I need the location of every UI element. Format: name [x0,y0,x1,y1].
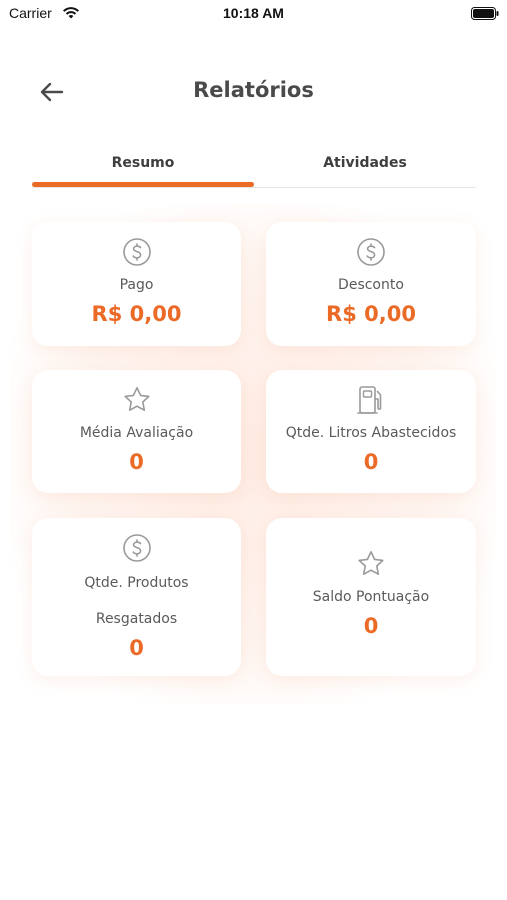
card-litros-abastecidos: Qtde. Litros Abastecidos 0 [266,370,476,493]
star-icon [355,548,387,580]
card-media-avaliacao-value: 0 [129,450,144,475]
card-desconto: Desconto R$ 0,00 [266,222,476,346]
card-saldo-pontuacao-value: 0 [363,614,379,639]
card-produtos-resgatados-label-line1: Qtde. Produtos [84,575,189,591]
tab-atividades-label: Atividades [323,155,407,171]
card-litros-abastecidos-label: Qtde. Litros Abastecidos [285,425,457,441]
card-pago: Pago R$ 0,00 [32,222,241,346]
battery-icon [471,7,499,20]
card-produtos-resgatados-value: 0 [129,636,144,661]
card-saldo-pontuacao: Saldo Pontuação 0 [266,518,476,676]
status-bar: Carrier 10:18 AM [0,0,507,28]
clock: 10:18 AM [223,5,284,21]
card-desconto-label: Desconto [338,277,404,293]
tab-resumo-label: Resumo [111,155,175,171]
card-produtos-resgatados: Qtde. Produtos Resgatados 0 [32,518,241,676]
card-pago-label: Pago [119,277,154,293]
dollar-circle-icon [355,236,387,268]
card-media-avaliacao: Média Avaliação 0 [32,370,241,493]
star-icon [121,384,153,416]
active-tab-indicator [32,182,254,187]
card-desconto-value: R$ 0,00 [326,302,416,327]
tab-resumo[interactable]: Resumo [32,148,254,186]
fuel-pump-icon [355,384,387,416]
card-pago-value: R$ 0,00 [91,302,182,327]
page-title: Relatórios [193,78,314,102]
tab-bar: Resumo Atividades [32,148,476,188]
tab-atividades[interactable]: Atividades [254,148,476,186]
card-saldo-pontuacao-label: Saldo Pontuação [312,589,430,605]
card-media-avaliacao-label: Média Avaliação [79,425,194,441]
card-produtos-resgatados-label-line2: Resgatados [95,611,178,628]
card-litros-abastecidos-value: 0 [363,450,379,475]
dollar-circle-icon [121,236,153,268]
dollar-circle-icon [121,532,153,564]
